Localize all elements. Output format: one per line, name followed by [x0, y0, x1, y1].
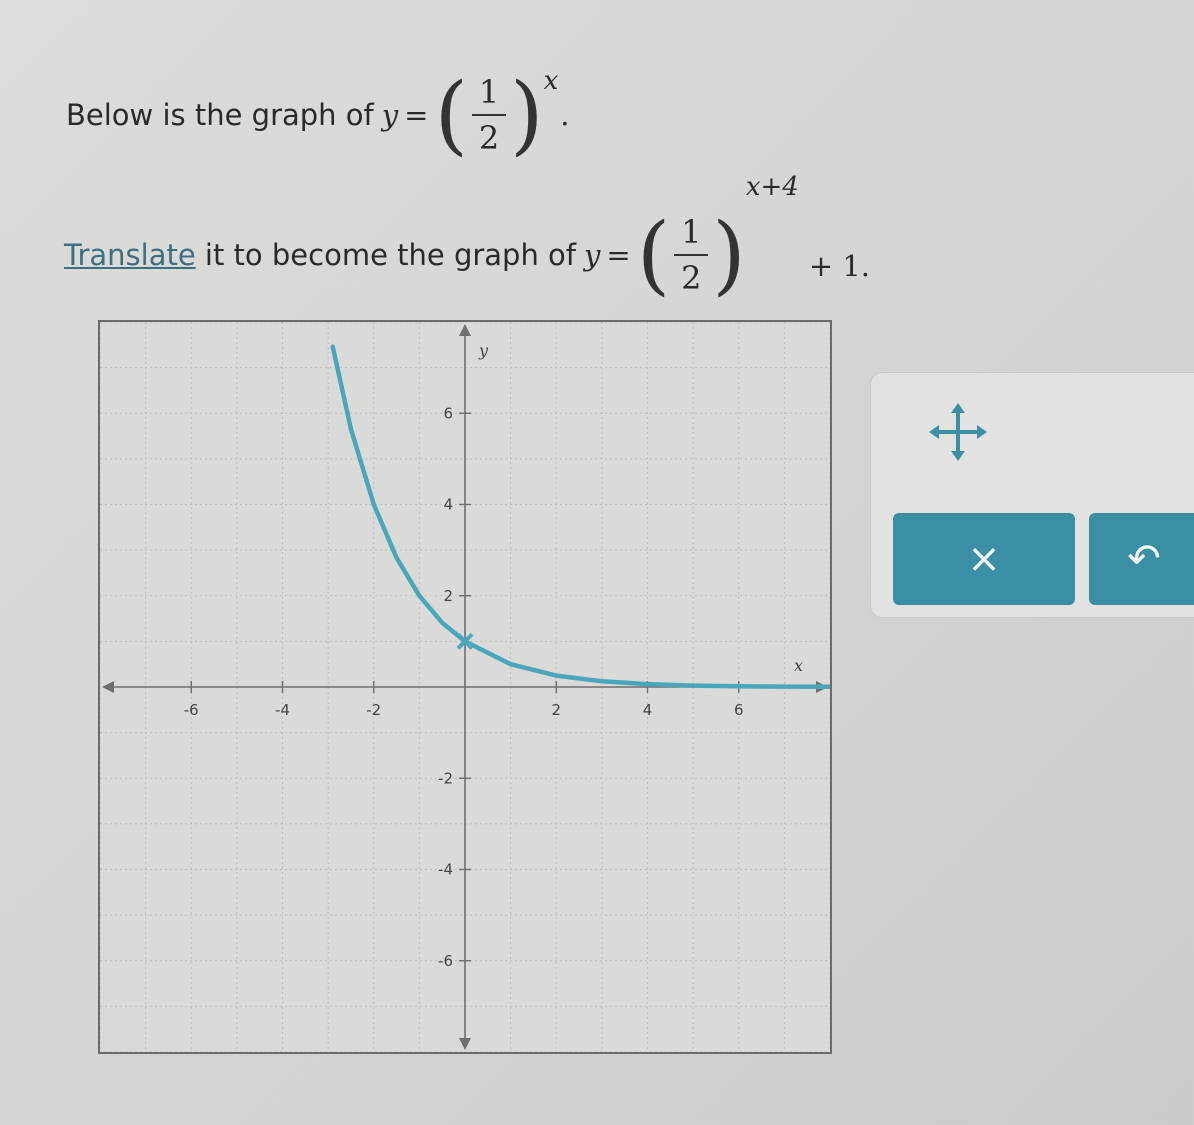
x-tick-label: 6	[734, 701, 744, 719]
function-curve	[330, 344, 830, 690]
graph-svg[interactable]: -6 -4 -2 2 4 6 6 4 2 -2 -4 -6 x y	[100, 322, 830, 1052]
left-paren: (	[636, 205, 671, 305]
equation-1: y = ( 1 2 ) x .	[381, 65, 570, 165]
fraction-2: 1 2	[674, 213, 709, 297]
left-paren: (	[434, 65, 468, 165]
undo-button[interactable]: ↶	[1089, 513, 1194, 605]
fraction-1-denominator: 2	[478, 119, 500, 157]
fraction-2-numerator: 1	[681, 213, 702, 251]
move-tool[interactable]	[927, 401, 989, 463]
right-paren: )	[712, 205, 746, 305]
x-tick-label: 4	[643, 701, 653, 719]
right-paren: )	[510, 65, 544, 165]
fraction-1-numerator: 1	[478, 73, 500, 111]
y-axis-label: y	[478, 341, 489, 360]
equation-2-equals: =	[606, 238, 631, 272]
y-tick-label: -2	[438, 769, 453, 787]
equation-1-period: .	[560, 98, 570, 132]
close-icon: ×	[967, 536, 1001, 582]
fraction-2-denominator: 2	[681, 259, 702, 297]
equation-1-exponent: x	[543, 66, 559, 96]
equation-2-exponent: x+4	[745, 172, 799, 202]
x-tick-label: -4	[275, 701, 290, 719]
prompt-text-2: it to become the graph of	[195, 238, 577, 272]
x-axis-arrow-left	[102, 681, 114, 693]
y-tick-label: 6	[443, 404, 453, 422]
y-axis-arrow-down	[459, 1038, 471, 1050]
graph-area[interactable]: -6 -4 -2 2 4 6 6 4 2 -2 -4 -6 x y	[98, 320, 832, 1054]
equation-1-y: y	[381, 98, 399, 132]
equation-2-y: y	[584, 238, 601, 272]
y-tick-label: -6	[438, 952, 453, 970]
translate-link[interactable]: Translate	[64, 238, 196, 272]
fraction-bar	[472, 114, 506, 116]
y-tick-label: -4	[438, 861, 453, 879]
y-axis-arrow-up	[459, 324, 471, 336]
equation-1-equals: =	[404, 98, 429, 132]
equation-2: y = ( 1 2 ) x+4 + 1.	[584, 172, 871, 305]
clear-button[interactable]: ×	[893, 513, 1075, 605]
x-axis-label: x	[794, 656, 803, 675]
undo-icon: ↶	[1127, 536, 1161, 582]
x-tick-label: -6	[184, 701, 199, 719]
prompt-text-1: Below is the graph of	[66, 98, 374, 132]
move-arrows-icon[interactable]	[927, 401, 989, 463]
x-tick-label: -2	[366, 701, 381, 719]
prompt-line-2: Translate it to become the graph of y = …	[64, 172, 871, 310]
fraction-bar	[674, 254, 709, 256]
tool-panel: × ↶	[870, 372, 1194, 618]
y-tick-label: 4	[443, 496, 453, 514]
fraction-1: 1 2	[472, 73, 506, 157]
prompt-line-1: Below is the graph of y = ( 1 2 ) x .	[66, 60, 569, 170]
equation-2-tail: + 1.	[808, 249, 871, 283]
y-tick-label: 2	[443, 587, 453, 605]
x-tick-label: 2	[551, 701, 561, 719]
